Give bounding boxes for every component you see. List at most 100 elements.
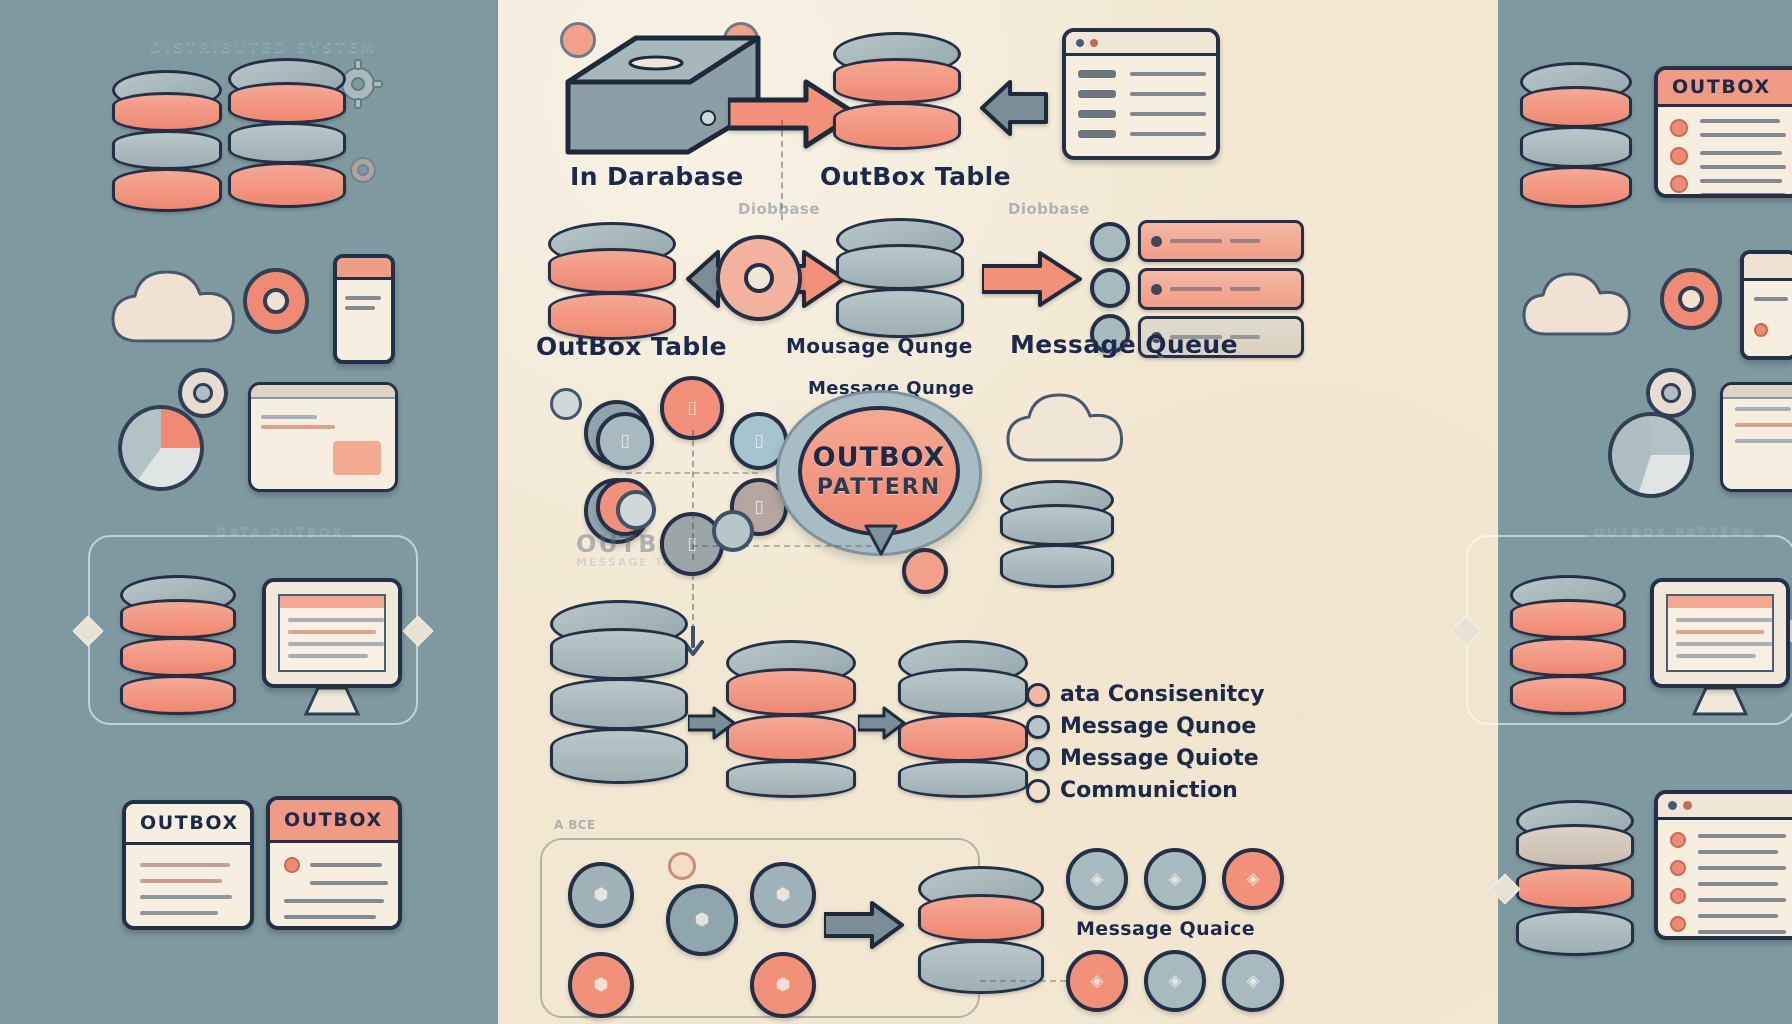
outbox-card-right: OUTBOX: [1654, 66, 1792, 198]
left-section-caption: DATA OUTBOX: [208, 525, 353, 539]
outbox-card-1: OUTBOX: [122, 800, 254, 930]
database-outbox-table-row1: [833, 32, 961, 154]
cloud-icon-center: [1006, 393, 1124, 462]
window-preview: [248, 382, 398, 492]
arrow-right-bottom: [824, 901, 904, 949]
database-left-section: [120, 575, 236, 715]
monitor-icon: [262, 578, 402, 720]
database-bottom-1: [550, 600, 688, 796]
legend-label: Message Quiote: [1060, 746, 1259, 771]
legend-bullet: [1026, 746, 1050, 771]
small-ring-2: [616, 490, 656, 530]
center-row2-right-label: Message Queue: [1010, 330, 1238, 359]
cluster-node-1: ◈: [1066, 848, 1128, 910]
gear-small-icon: [350, 157, 376, 183]
cluster-node-2: ◈: [1144, 848, 1206, 910]
right-section-caption: OUTBOX PATTERN: [1586, 525, 1765, 539]
legend-label: Message Qunoe: [1060, 714, 1257, 739]
bottom-connector: [980, 980, 1066, 982]
database-bottom-2: [726, 640, 856, 800]
database-right-top: [1520, 62, 1632, 208]
arrow-left-1: [980, 80, 1048, 136]
bottom-node-2: ⬢: [666, 884, 738, 956]
center-row1-node-label: In Darabase: [570, 162, 744, 191]
cloud-icon-right: [1522, 272, 1631, 336]
monitor-stand: [303, 686, 361, 716]
right-panel: OUTBOX OUTBOX PATTERN: [1450, 0, 1792, 1024]
list-card-right-bottom: [1654, 790, 1792, 940]
ring-inner-right: [1661, 383, 1681, 403]
cluster-node-6: ◈: [1222, 950, 1284, 1012]
cloud-icon: [111, 270, 235, 343]
legend-bullet: [1026, 778, 1050, 803]
outbox-card-2: OUTBOX: [266, 796, 402, 930]
outbox-card-2-title: OUTBOX: [284, 808, 383, 831]
queue-node-1: [1090, 222, 1130, 262]
outbox-pattern-title: OUTBOX: [812, 442, 946, 473]
monitor-icon-right: [1650, 578, 1790, 720]
legend-label: ata Consisenitcy: [1060, 682, 1265, 707]
outbox-card-1-title: OUTBOX: [140, 812, 239, 835]
bottom-ghost-note: A BCE: [554, 818, 596, 832]
outbox-card-right-title: OUTBOX: [1672, 76, 1771, 99]
legend-bullet: [1026, 682, 1050, 707]
center-row2-left-label: OutBox Table: [536, 332, 727, 361]
donut-hole-right: [1678, 286, 1704, 312]
database-stack-left-2: [228, 58, 346, 218]
legend-label: Communiction: [1060, 778, 1238, 803]
monitor-stand-right: [1691, 686, 1749, 716]
gear-node-row2: [716, 235, 802, 321]
legend-row: Communiction: [1026, 778, 1265, 803]
outbox-pattern-subtitle: PATTERN: [816, 475, 942, 500]
legend-row: ata Consisenitcy: [1026, 682, 1265, 707]
arrow-right-3: [982, 251, 1082, 307]
database-outbox-table-row2: [548, 222, 676, 344]
pie-chart-icon: [118, 405, 204, 491]
network-dash-v: [692, 430, 694, 560]
cluster-node-3: ◈: [1222, 848, 1284, 910]
network-dash-h: [626, 472, 758, 474]
ring-inner: [193, 383, 213, 403]
legend: ata Consisenitcy Message Qunoe Message Q…: [1026, 682, 1265, 810]
window-preview-right: [1720, 382, 1792, 492]
arrow-down-2: [864, 524, 898, 556]
bottom-node-5: ⬢: [750, 952, 816, 1018]
network-node-upper-left: ▯: [596, 412, 654, 470]
queue-node-2: [1090, 268, 1130, 308]
server-bar-2: [1138, 268, 1304, 310]
phone-icon-right: [1740, 250, 1792, 360]
ghost-label-database-2: Diobbase: [1008, 200, 1090, 218]
database-message-queue-row2: [836, 218, 964, 342]
server-bar-1: [1138, 220, 1304, 262]
cluster-node-5: ◈: [1144, 950, 1206, 1012]
small-ring-1: [550, 388, 582, 420]
legend-row: Message Quiote: [1026, 746, 1265, 771]
pie-chart-icon-right: [1608, 412, 1694, 498]
donut-hole: [263, 288, 289, 314]
left-panel: DISTRIBUTED SYSTEM DATA OUTBOX OUTBOX OU…: [0, 0, 498, 1024]
small-ring-3: [712, 510, 754, 552]
database-bottom-3: [898, 640, 1028, 800]
list-card-row1: [1062, 28, 1220, 160]
center-panel: In Darabase OutBox Table Diobbase Diobba…: [498, 0, 1498, 1024]
infographic-canvas: DISTRIBUTED SYSTEM DATA OUTBOX OUTBOX OU…: [0, 0, 1792, 1024]
phone-icon: [333, 254, 395, 364]
bottom-node-4: ⬢: [568, 952, 634, 1018]
ghost-label-database: Diobbase: [738, 200, 820, 218]
left-panel-heading: DISTRIBUTED SYSTEM: [150, 40, 378, 56]
database-bottom-right: [918, 866, 1044, 998]
bottom-small-ring: [668, 852, 696, 880]
badge-node-center: [902, 548, 948, 594]
outbox-pattern-ellipse-inner: OUTBOX PATTERN: [798, 406, 960, 536]
bottom-node-3: ⬢: [750, 862, 816, 928]
database-center-right: [1000, 480, 1114, 590]
cluster-node-4: ◈: [1066, 950, 1128, 1012]
database-right-section: [1510, 575, 1626, 715]
center-row1-target-label: OutBox Table: [820, 162, 1011, 191]
database-right-bottom: [1516, 800, 1634, 960]
bottom-node-1: ⬢: [568, 862, 634, 928]
bottom-queue-label: Message Quaice: [1076, 918, 1256, 940]
legend-row: Message Qunoe: [1026, 714, 1265, 739]
database-stack-left-1: [112, 70, 222, 220]
legend-bullet: [1026, 714, 1050, 739]
